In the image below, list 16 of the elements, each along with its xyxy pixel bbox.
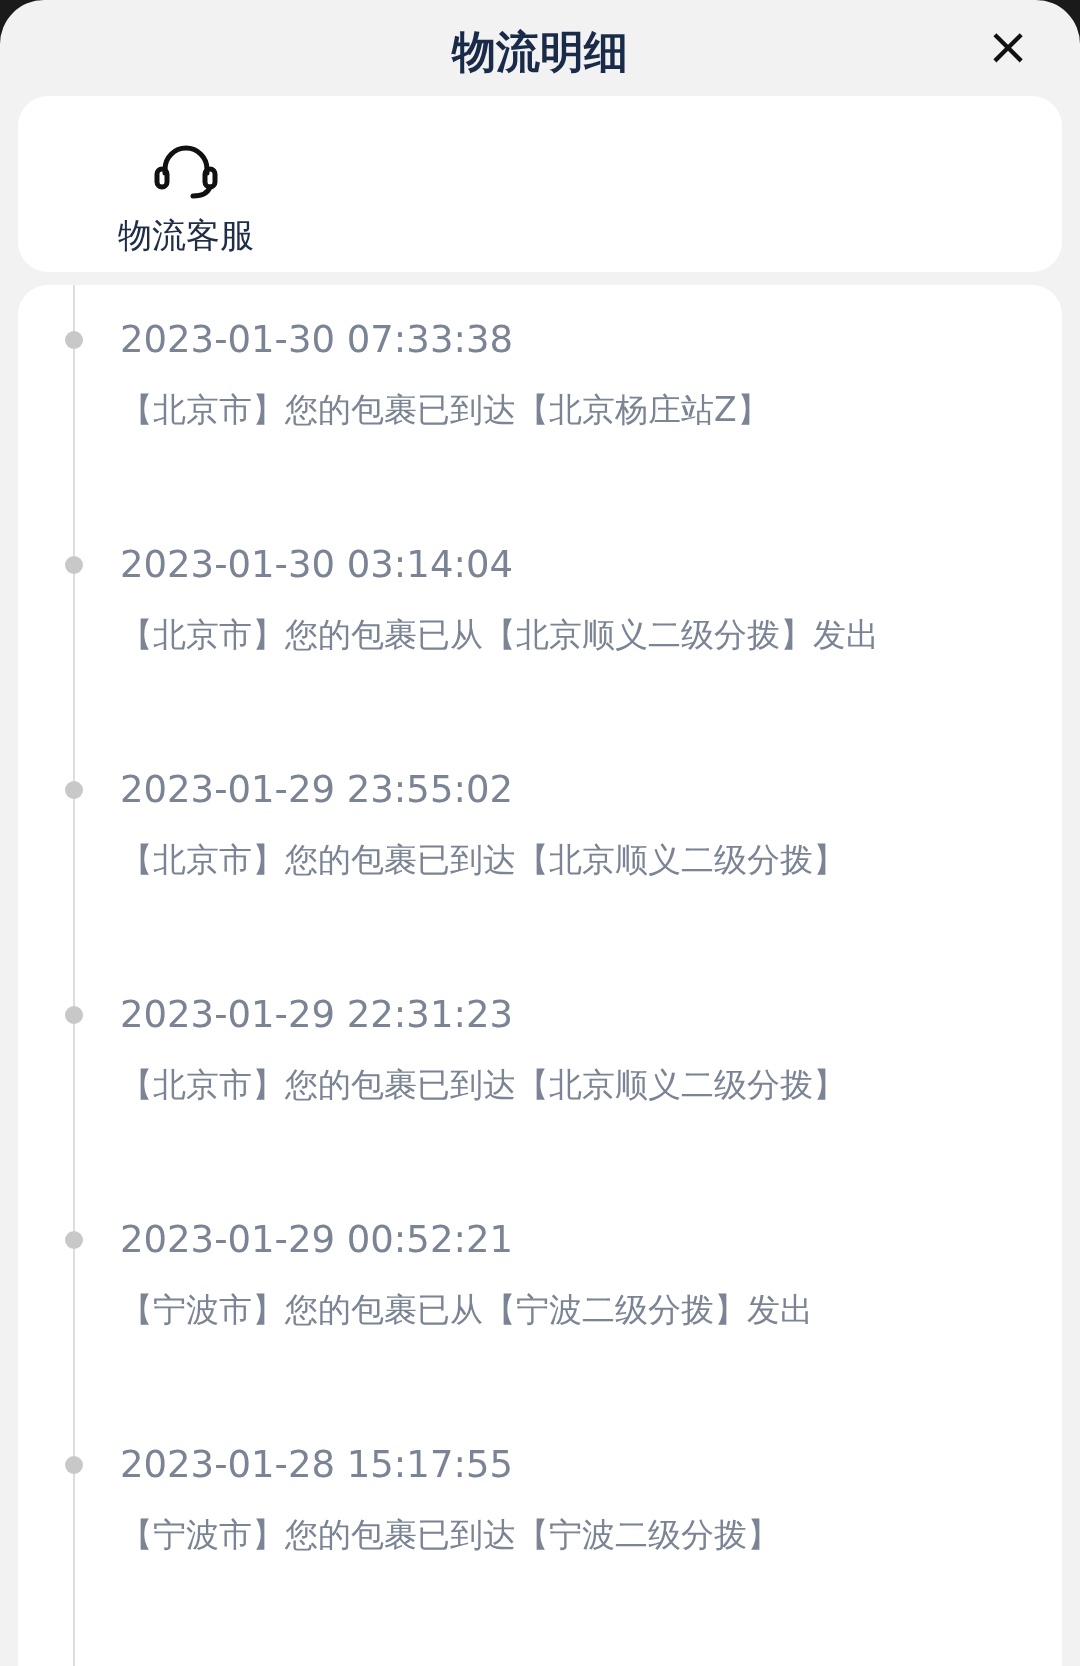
event-description: 【宁波市】您的包裹已从【宁波二级分拨】发出 — [120, 1289, 813, 1331]
close-button[interactable]: × — [986, 20, 1030, 72]
event-description: 【北京市】您的包裹已到达【北京顺义二级分拨】 — [120, 839, 846, 881]
event-description: 【宁波市】您的包裹已到达【宁波二级分拨】 — [120, 1514, 780, 1556]
event-time: 2023-01-30 07:33:38 — [120, 317, 513, 363]
event-time: 2023-01-28 15:17:55 — [120, 1442, 513, 1488]
event-time: 2023-01-29 23:55:02 — [120, 767, 513, 813]
event-time: 2023-01-29 00:52:21 — [120, 1217, 513, 1263]
headset-icon — [153, 143, 219, 199]
event-time: 2023-01-29 22:31:23 — [120, 992, 513, 1038]
event-description: 【北京市】您的包裹已从【北京顺义二级分拨】发出 — [120, 614, 879, 656]
event-time: 2023-01-30 03:14:04 — [120, 542, 513, 588]
event-description: 【北京市】您的包裹已到达【北京杨庄站Z】 — [120, 389, 770, 431]
customer-service-button[interactable]: 物流客服 — [118, 142, 254, 272]
event-description: 【北京市】您的包裹已到达【北京顺义二级分拨】 — [120, 1064, 846, 1106]
sheet-title: 物流明细 — [452, 25, 628, 79]
